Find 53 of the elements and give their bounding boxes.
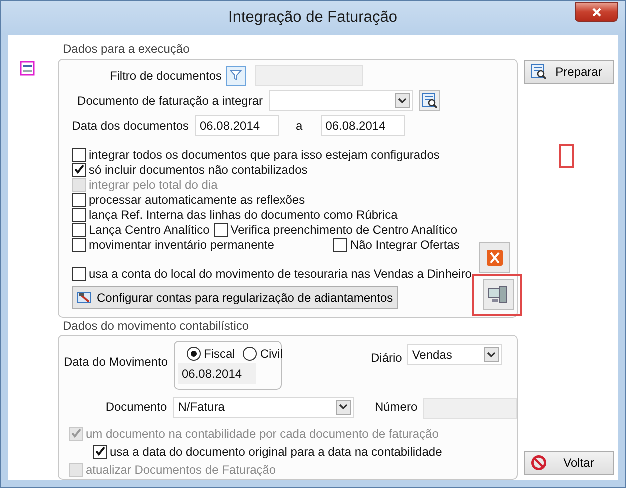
journal-dropdown[interactable]: Vendas	[407, 344, 502, 365]
lookup-button[interactable]	[419, 90, 440, 111]
computer-button[interactable]	[482, 279, 514, 310]
close-button[interactable]	[575, 2, 618, 22]
checkbox-option[interactable]: integrar todos os documentos que para isso estejam configurados	[72, 147, 440, 162]
checkbox-option[interactable]: Lança Centro Analítico	[72, 222, 210, 237]
radio-option[interactable]: Civil	[243, 346, 284, 360]
prepare-button[interactable]: Preparar	[524, 60, 614, 84]
checkmark-icon	[94, 446, 106, 457]
stop-icon	[531, 455, 547, 471]
filter-button[interactable]	[226, 66, 246, 86]
field-label: Data do Movimento	[62, 355, 168, 369]
window-title: Integração de Faturação	[228, 9, 398, 27]
number-field[interactable]	[422, 398, 517, 419]
checkbox-option[interactable]: Verifica preenchimento de Centro Analítico	[214, 222, 458, 237]
configure-button[interactable]: Configurar contas para regularização de adiantamentos	[72, 286, 398, 309]
filter-icon	[230, 70, 242, 81]
search-icon	[422, 92, 438, 108]
office-button[interactable]	[479, 242, 510, 273]
highlight-frame	[559, 144, 574, 168]
date-field: 06.08.2014	[178, 363, 256, 384]
date-field[interactable]: 06.08.2014	[320, 115, 405, 136]
field-label: Data dos documentos	[71, 118, 189, 132]
search-icon	[531, 64, 547, 80]
document-dropdown[interactable]: N/Fatura	[173, 396, 354, 418]
close-icon	[592, 8, 602, 16]
computer-icon	[487, 284, 510, 304]
checkbox-option[interactable]: usa a data do documento original para a data na contabilidade	[93, 444, 442, 459]
checkmark-icon	[70, 428, 82, 439]
checkbox-option[interactable]: Não Integrar Ofertas	[333, 237, 460, 252]
checkbox-option[interactable]: lança Ref. Interna das linhas do documento como Rúbrica	[72, 207, 398, 222]
checkbox-option[interactable]: só incluir documentos não contabilizados	[72, 162, 308, 177]
checkbox-option[interactable]: movimentar inventário permanente	[72, 237, 274, 252]
field-label: Filtro de documentos	[108, 68, 222, 82]
group-title: Dados para a execução	[62, 42, 191, 57]
field-label: a	[296, 118, 303, 132]
chevron-down-icon	[398, 98, 407, 104]
group-title: Dados do movimento contabilístico	[62, 319, 250, 334]
field-label: Número	[374, 400, 418, 414]
back-button[interactable]: Voltar	[524, 451, 614, 475]
chevron-down-icon	[487, 352, 496, 358]
document-dropdown[interactable]	[269, 90, 413, 111]
field-label: Documento de faturação a integrar	[76, 94, 263, 108]
filter-field[interactable]	[255, 65, 363, 86]
field-label: Diário	[371, 351, 402, 365]
chevron-down-icon	[338, 404, 348, 410]
form-icon	[20, 61, 35, 76]
checkbox-option[interactable]: processar automaticamente as reflexões	[72, 192, 306, 207]
field-label: Documento	[104, 400, 168, 414]
date-field[interactable]: 06.08.2014	[195, 115, 279, 136]
radio-option[interactable]: Fiscal	[187, 346, 236, 360]
checkbox-option[interactable]: usa a conta do local do movimento de tesouraria nas Vendas a Dinheiro	[72, 266, 472, 281]
checkmark-icon	[74, 164, 84, 175]
